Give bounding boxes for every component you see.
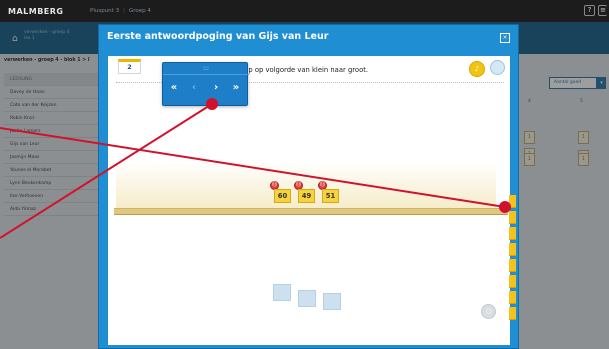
step-segment[interactable] <box>509 291 516 304</box>
step-segment[interactable] <box>509 227 516 240</box>
step-segment[interactable] <box>509 243 516 256</box>
step-segment[interactable] <box>509 275 516 288</box>
playback-toolbar[interactable]: ::: « ‹ › » <box>162 62 249 106</box>
close-icon[interactable]: × <box>500 33 510 43</box>
step-segment[interactable] <box>509 211 516 224</box>
page-number-badge: 2 <box>118 59 141 74</box>
number-card[interactable]: 49 <box>298 189 315 203</box>
first-step-button[interactable]: « <box>167 81 181 95</box>
attempt-modal: Eerste antwoordpoging van Gijs van Leur … <box>98 24 519 349</box>
exercise-instruction: eep op volgorde van klein naar groot. <box>240 66 369 74</box>
top-bar: MALMBERG Pluspunt 3 | Groep 4 ? ≡ <box>0 0 609 22</box>
previous-step-button[interactable]: ‹ <box>187 81 201 95</box>
breadcrumb-group[interactable]: Groep 4 <box>129 8 151 14</box>
step-segment[interactable] <box>509 195 516 208</box>
help-button[interactable]: ? <box>584 5 595 16</box>
speaker-icon[interactable]: ♪ <box>469 61 485 77</box>
exercise-area: 2 eep op volgorde van klein naar groot. … <box>108 56 510 345</box>
breadcrumb: Pluspunt 3 | Groep 4 <box>90 8 151 14</box>
shelf <box>114 208 508 215</box>
drop-slot[interactable] <box>273 284 291 301</box>
drop-slot[interactable] <box>323 293 341 310</box>
number-card[interactable]: 51 <box>322 189 339 203</box>
drag-handle-icon[interactable]: ::: <box>163 63 249 75</box>
step-segment[interactable] <box>509 259 516 272</box>
hint-icon[interactable] <box>490 60 505 75</box>
action-circle-button[interactable]: ○ <box>481 304 496 319</box>
breadcrumb-separator: | <box>123 8 125 14</box>
breadcrumb-method[interactable]: Pluspunt 3 <box>90 8 119 14</box>
drop-slot[interactable] <box>298 290 316 307</box>
modal-title: Eerste antwoordpoging van Gijs van Leur <box>107 31 329 42</box>
brand-logo: MALMBERG <box>8 7 64 16</box>
last-step-button[interactable]: » <box>229 81 243 95</box>
step-segment[interactable] <box>509 307 516 320</box>
menu-icon[interactable]: ≡ <box>598 5 607 16</box>
next-step-button[interactable]: › <box>209 81 223 95</box>
step-indicator-strip <box>509 195 516 327</box>
number-card[interactable]: 60 <box>274 189 291 203</box>
